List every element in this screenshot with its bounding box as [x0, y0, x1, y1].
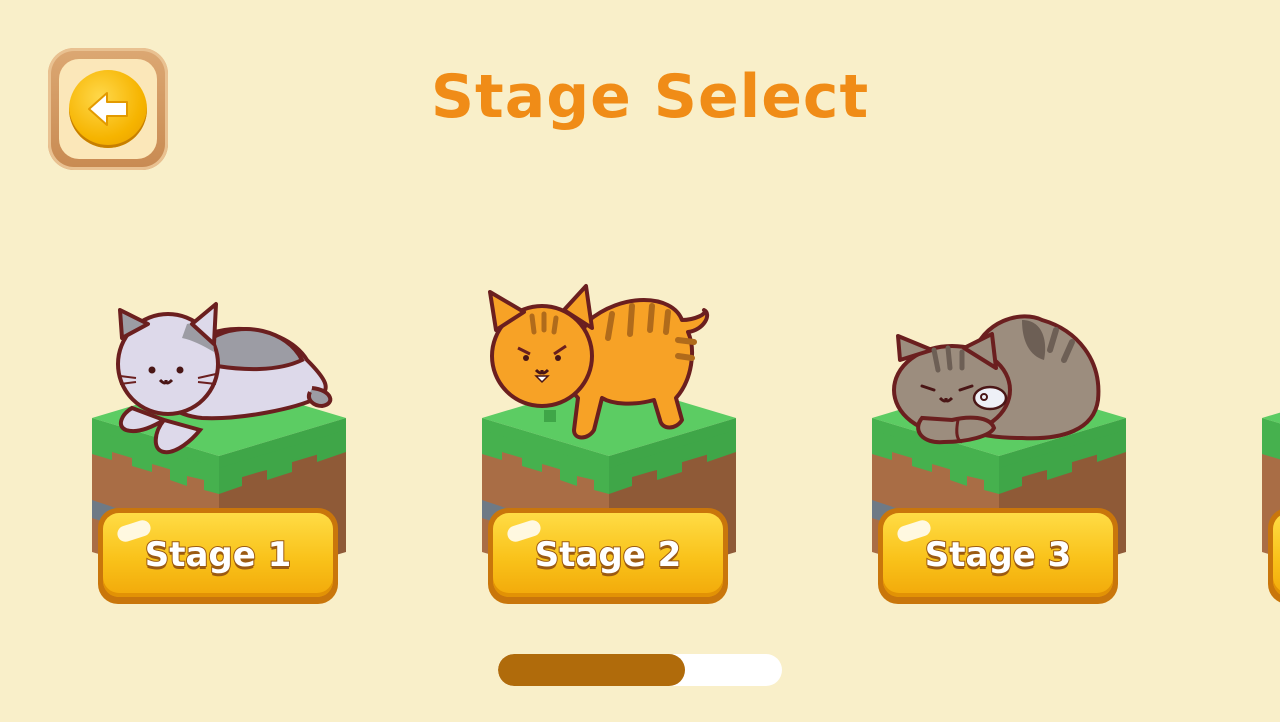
- stage-3-label: Stage 3: [924, 534, 1073, 576]
- page-title: Stage Select: [430, 62, 870, 132]
- stage-4-button-face: [1273, 513, 1280, 597]
- stage-2-button[interactable]: Stage 2: [488, 508, 728, 604]
- scroll-progress-fill: [498, 654, 686, 686]
- back-button-frame: [59, 59, 157, 159]
- stage-1-button-face: Stage 1: [103, 513, 333, 597]
- stage-2-label: Stage 2: [534, 534, 683, 576]
- stage-3-button[interactable]: Stage 3: [878, 508, 1118, 604]
- stage-card-2[interactable]: Stage 2: [482, 280, 742, 620]
- stage-card-1[interactable]: Stage 1: [92, 280, 352, 620]
- stage-card-4-partial[interactable]: [1262, 280, 1280, 620]
- back-arrow-icon: [69, 70, 147, 148]
- stage-card-3[interactable]: Stage 3: [872, 280, 1132, 620]
- stage-3-button-face: Stage 3: [883, 513, 1113, 597]
- brown-tabby-cat-icon: [892, 314, 1101, 445]
- back-button[interactable]: [48, 48, 168, 170]
- stage-4-button[interactable]: [1268, 508, 1280, 604]
- scroll-progress-bar[interactable]: [498, 654, 782, 686]
- stage-select-screen: Stage Select Stage 1 Stage 2 Stage 3: [0, 0, 1280, 722]
- stage-1-button[interactable]: Stage 1: [98, 508, 338, 604]
- stage-2-button-face: Stage 2: [493, 513, 723, 597]
- stage-1-label: Stage 1: [144, 534, 293, 576]
